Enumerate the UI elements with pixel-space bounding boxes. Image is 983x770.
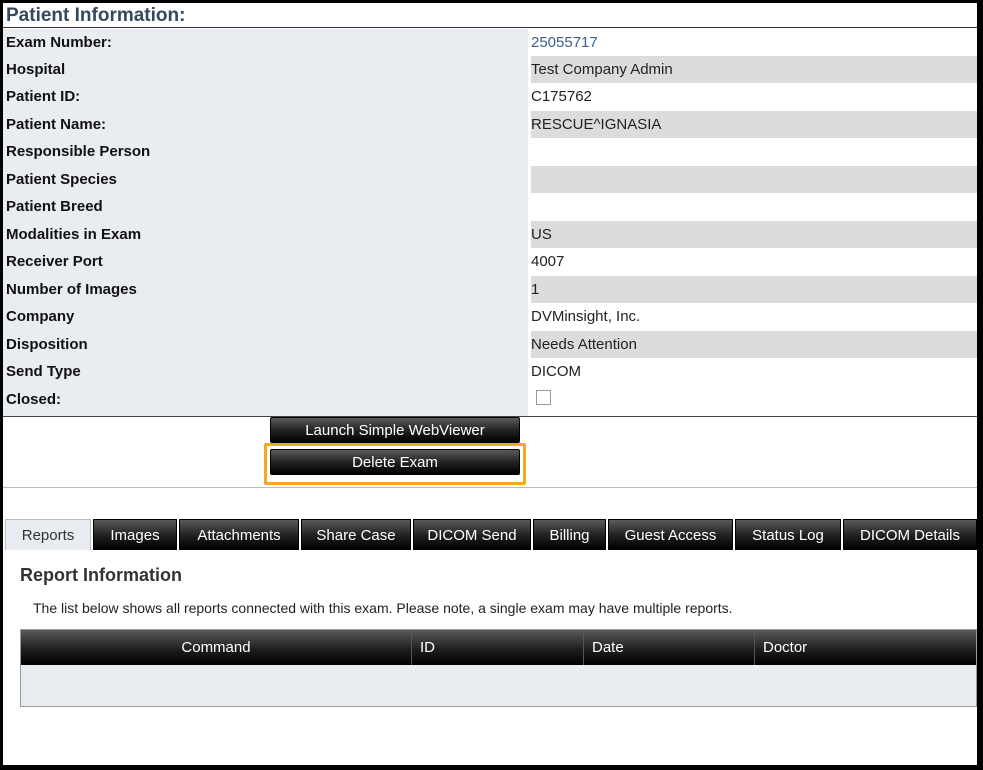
row-label: Closed: — [6, 391, 62, 408]
column-header-command[interactable]: Command — [21, 630, 412, 665]
row-closed: Closed: — [3, 386, 977, 413]
tab-reports[interactable]: Reports — [5, 519, 91, 550]
grid-header: Command ID Date Doctor — [21, 630, 976, 665]
row-patient-id: Patient ID: C175762 — [3, 83, 977, 110]
row-value: Needs Attention — [531, 331, 977, 358]
row-label: Hospital — [6, 61, 66, 78]
row-label: Send Type — [6, 363, 81, 380]
section-title: Patient Information: — [3, 3, 977, 28]
row-label: Exam Number: — [6, 34, 112, 51]
row-value — [531, 166, 977, 193]
row-label: Patient Name: — [6, 116, 107, 133]
delete-exam-button[interactable]: Delete Exam — [270, 449, 520, 475]
row-patient-name: Patient Name: RESCUE^IGNASIA — [3, 111, 977, 138]
row-value: 1 — [531, 276, 977, 303]
divider — [3, 487, 977, 488]
row-patient-breed: Patient Breed — [3, 193, 977, 220]
patient-info-table: Exam Number: 25055717 Hospital Test Comp… — [3, 29, 977, 417]
row-disposition: Disposition Needs Attention — [3, 331, 977, 358]
row-responsible-person: Responsible Person — [3, 138, 977, 165]
row-value: DICOM — [531, 363, 581, 380]
row-number-of-images: Number of Images 1 — [3, 276, 977, 303]
row-value: DVMinsight, Inc. — [531, 308, 641, 325]
row-label: Modalities in Exam — [6, 226, 142, 243]
row-value — [531, 138, 977, 165]
row-label: Disposition — [6, 336, 88, 353]
launch-webviewer-button[interactable]: Launch Simple WebViewer — [270, 417, 520, 443]
closed-checkbox[interactable] — [536, 390, 551, 405]
row-receiver-port: Receiver Port 4007 — [3, 248, 977, 275]
tab-dicom-send[interactable]: DICOM Send — [413, 519, 531, 550]
row-value: C175762 — [531, 88, 592, 105]
row-label: Patient Species — [6, 171, 117, 188]
column-header-id[interactable]: ID — [412, 630, 584, 665]
row-value: 25055717 — [531, 29, 977, 56]
tab-billing[interactable]: Billing — [533, 519, 606, 550]
report-title: Report Information — [20, 565, 182, 585]
column-header-date[interactable]: Date — [584, 630, 755, 665]
row-label: Patient Breed — [6, 198, 103, 215]
row-company: Company DVMinsight, Inc. — [3, 303, 977, 330]
row-value — [531, 193, 977, 220]
row-label: Patient ID: — [6, 88, 81, 105]
row-label: Receiver Port — [6, 253, 103, 270]
row-exam-number: Exam Number: 25055717 — [3, 29, 977, 56]
row-modalities: Modalities in Exam US — [3, 221, 977, 248]
exam-number-link[interactable]: 25055717 — [531, 34, 598, 51]
report-description: The list below shows all reports connect… — [33, 600, 733, 616]
tab-attachments[interactable]: Attachments — [179, 519, 299, 550]
tab-dicom-details[interactable]: DICOM Details — [843, 519, 977, 550]
tab-share-case[interactable]: Share Case — [301, 519, 411, 550]
row-value: US — [531, 221, 977, 248]
tab-status-log[interactable]: Status Log — [735, 519, 841, 550]
row-label: Company — [6, 308, 75, 325]
row-value: Test Company Admin — [531, 56, 977, 83]
exam-details-panel: Patient Information: Exam Number: 250557… — [3, 3, 977, 765]
reports-grid: Command ID Date Doctor — [20, 629, 977, 707]
row-label: Responsible Person — [6, 143, 151, 160]
row-send-type: Send Type DICOM — [3, 358, 977, 385]
row-patient-species: Patient Species — [3, 166, 977, 193]
tab-images[interactable]: Images — [93, 519, 177, 550]
row-label: Number of Images — [6, 281, 137, 298]
row-value: RESCUE^IGNASIA — [531, 111, 977, 138]
row-value: 4007 — [531, 253, 565, 270]
tab-bar: Reports Images Attachments Share Case DI… — [5, 519, 977, 550]
column-header-doctor[interactable]: Doctor — [755, 630, 977, 665]
tab-guest-access[interactable]: Guest Access — [608, 519, 733, 550]
row-hospital: Hospital Test Company Admin — [3, 56, 977, 83]
